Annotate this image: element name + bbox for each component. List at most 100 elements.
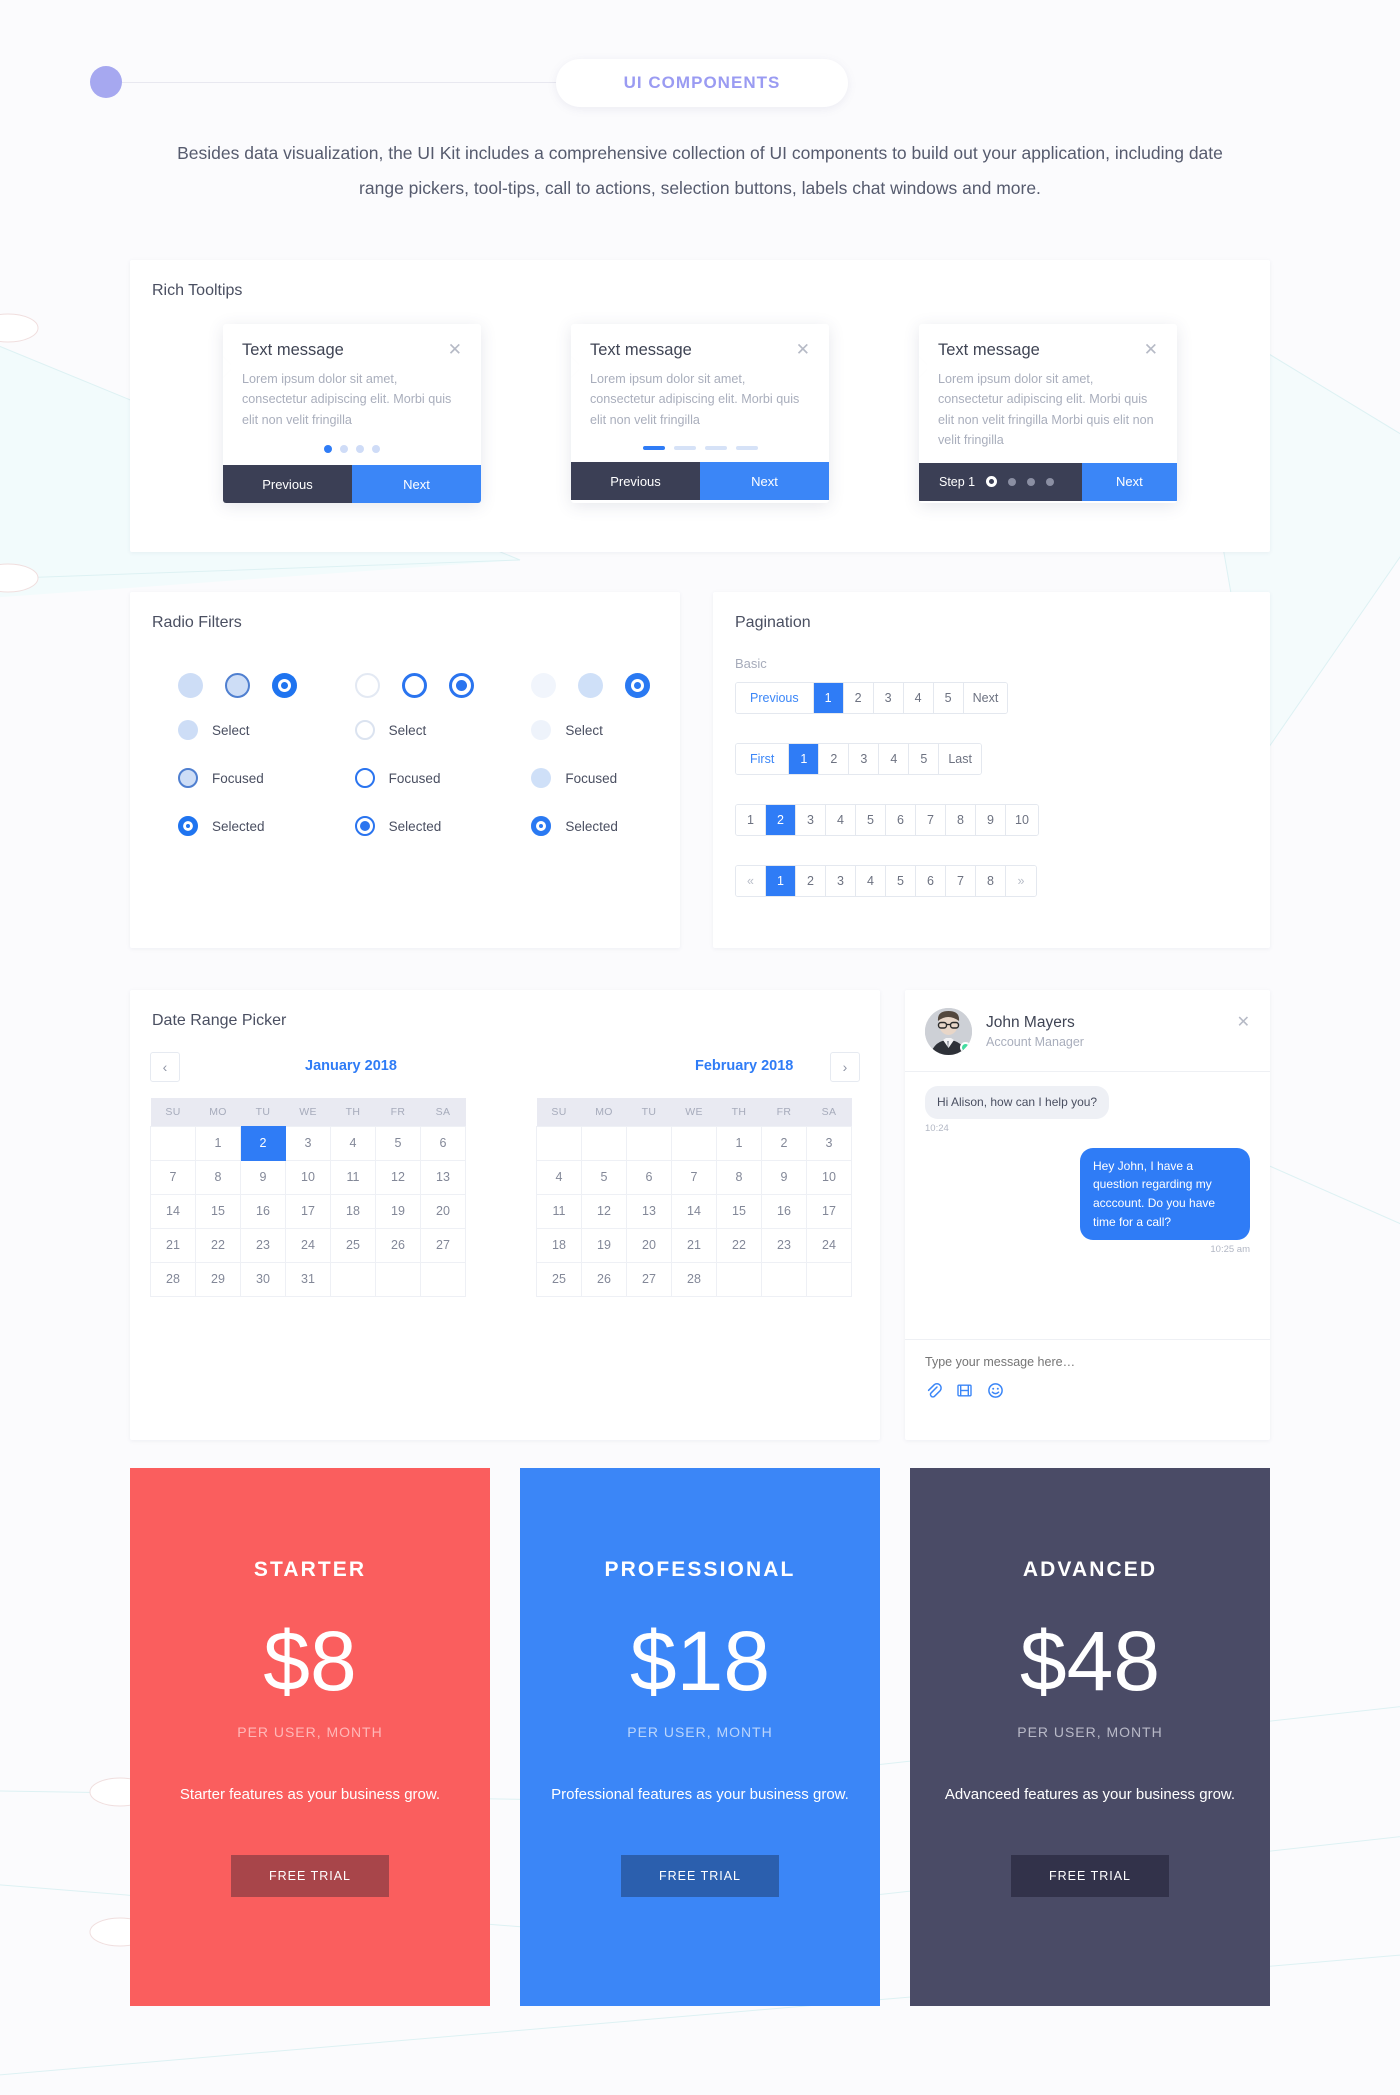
free-trial-button[interactable]: FREE TRIAL [621,1854,779,1897]
close-icon[interactable]: ✕ [796,341,810,358]
pagination-cell[interactable]: 5 [933,683,964,713]
pagination-cell[interactable]: 3 [873,683,904,713]
calendar-day-cell[interactable]: 10 [806,1159,852,1195]
radio-option-focused[interactable]: Focused [531,754,670,802]
calendar-day-cell[interactable]: 2 [240,1125,286,1161]
radio-option-select[interactable]: Select [531,706,670,754]
radio-unselected-icon[interactable] [354,720,375,740]
calendar-day-cell[interactable]: 17 [806,1193,852,1229]
pagination-cell[interactable]: 9 [976,805,1006,835]
pagination-cell[interactable]: 3 [796,805,826,835]
radio-option-focused[interactable]: Focused [178,754,317,802]
calendar-day-cell[interactable]: 4 [330,1125,376,1161]
calendar-day-cell[interactable]: 20 [420,1193,466,1229]
tooltip-previous-button[interactable]: Previous [571,462,700,501]
emoji-icon[interactable] [987,1382,1004,1399]
calendar-day-cell[interactable]: 17 [285,1193,331,1229]
pagination-cell[interactable]: 5 [886,866,916,896]
calendar-day-cell[interactable]: 14 [150,1193,196,1229]
calendar-day-cell[interactable]: 11 [536,1193,582,1229]
calendar-day-cell[interactable]: 16 [761,1193,807,1229]
pagination-cell[interactable]: 4 [879,744,910,774]
attachment-icon[interactable] [925,1382,942,1399]
video-icon[interactable] [956,1382,973,1399]
radio-unselected-icon[interactable] [178,720,198,740]
pagination-cell[interactable]: 2 [766,805,796,835]
calendar-day-cell[interactable]: 11 [330,1159,376,1195]
radio-unselected-icon[interactable] [354,672,380,698]
calendar-day-cell[interactable]: 15 [195,1193,241,1229]
pagination-cell[interactable]: « [736,866,766,896]
close-icon[interactable]: ✕ [1237,1012,1250,1032]
radio-selected-icon[interactable] [178,816,198,836]
calendar-day-cell[interactable]: 20 [626,1227,672,1263]
pagination-cell[interactable]: 3 [849,744,880,774]
radio-option-focused[interactable]: Focused [354,754,494,802]
radio-option-selected[interactable]: Selected [178,802,317,850]
radio-selected-icon[interactable] [272,672,297,698]
pagination-cell[interactable]: » [1006,866,1036,896]
tooltip-dot-indicator[interactable] [242,445,462,454]
calendar-day-cell[interactable]: 13 [626,1193,672,1229]
calendar-day-cell[interactable]: 7 [671,1159,717,1195]
calendar-day-cell[interactable]: 14 [671,1193,717,1229]
pagination-cell[interactable]: 1 [789,744,820,774]
radio-focused-icon[interactable] [178,768,198,788]
calendar-day-cell[interactable]: 4 [536,1159,582,1195]
close-icon[interactable]: ✕ [448,341,462,358]
calendar-day-cell[interactable]: 8 [195,1159,241,1195]
pagination-cell[interactable]: 6 [886,805,916,835]
calendar-day-cell[interactable]: 7 [150,1159,196,1195]
free-trial-button[interactable]: FREE TRIAL [231,1854,389,1897]
calendar-day-cell[interactable]: 27 [420,1227,466,1263]
radio-option-select[interactable]: Select [354,706,494,754]
calendar-day-cell[interactable]: 18 [536,1227,582,1263]
close-icon[interactable]: ✕ [1144,341,1158,358]
pagination-cell[interactable]: 1 [813,683,844,713]
calendar-day-cell[interactable]: 24 [285,1227,331,1263]
calendar-day-cell[interactable]: 19 [375,1193,421,1229]
radio-selected-icon[interactable] [625,672,651,698]
radio-option-select[interactable]: Select [178,706,317,754]
radio-option-selected[interactable]: Selected [354,802,494,850]
tooltip-previous-button[interactable]: Previous [223,465,352,504]
pagination-cell[interactable]: 2 [843,683,874,713]
calendar-day-cell[interactable]: 6 [420,1125,466,1161]
calendar-day-cell[interactable]: 24 [806,1227,852,1263]
pagination-cell[interactable]: 3 [826,866,856,896]
calendar-day-cell[interactable]: 2 [761,1125,807,1161]
chevron-left-icon[interactable]: ‹ [150,1052,180,1082]
calendar-day-cell[interactable]: 15 [716,1193,762,1229]
calendar-day-cell[interactable]: 23 [761,1227,807,1263]
calendar-day-cell[interactable]: 22 [716,1227,762,1263]
calendar-day-cell[interactable]: 28 [150,1261,196,1297]
calendar-day-cell[interactable]: 10 [285,1159,331,1195]
radio-selected-icon[interactable] [531,816,552,836]
calendar-day-cell[interactable]: 1 [195,1125,241,1161]
calendar-day-cell[interactable]: 25 [536,1261,582,1297]
calendar-day-cell[interactable]: 12 [375,1159,421,1195]
pagination-cell[interactable]: 4 [903,683,934,713]
calendar-day-cell[interactable]: 28 [671,1261,717,1297]
pagination-cell[interactable]: First [736,744,790,774]
calendar-day-cell[interactable]: 29 [195,1261,241,1297]
radio-focused-icon[interactable] [401,672,427,698]
chat-input[interactable] [925,1355,1250,1369]
calendar-day-cell[interactable]: 26 [581,1261,627,1297]
calendar-day-cell[interactable]: 3 [806,1125,852,1161]
calendar-day-cell[interactable]: 1 [716,1125,762,1161]
tooltip-next-button[interactable]: Next [1081,462,1177,501]
radio-option-selected[interactable]: Selected [531,802,670,850]
radio-focused-icon[interactable] [578,672,604,698]
calendar-day-cell[interactable]: 25 [330,1227,376,1263]
calendar-day-cell[interactable]: 6 [626,1159,672,1195]
pagination-cell[interactable]: Last [939,744,981,774]
calendar-day-cell[interactable]: 26 [375,1227,421,1263]
calendar-day-cell[interactable]: 3 [285,1125,331,1161]
radio-unselected-icon[interactable] [531,672,557,698]
radio-unselected-icon[interactable] [531,720,552,740]
calendar-day-cell[interactable]: 8 [716,1159,762,1195]
radio-focused-icon[interactable] [354,768,375,788]
pagination-cell[interactable]: 6 [916,866,946,896]
calendar-day-cell[interactable]: 30 [240,1261,286,1297]
